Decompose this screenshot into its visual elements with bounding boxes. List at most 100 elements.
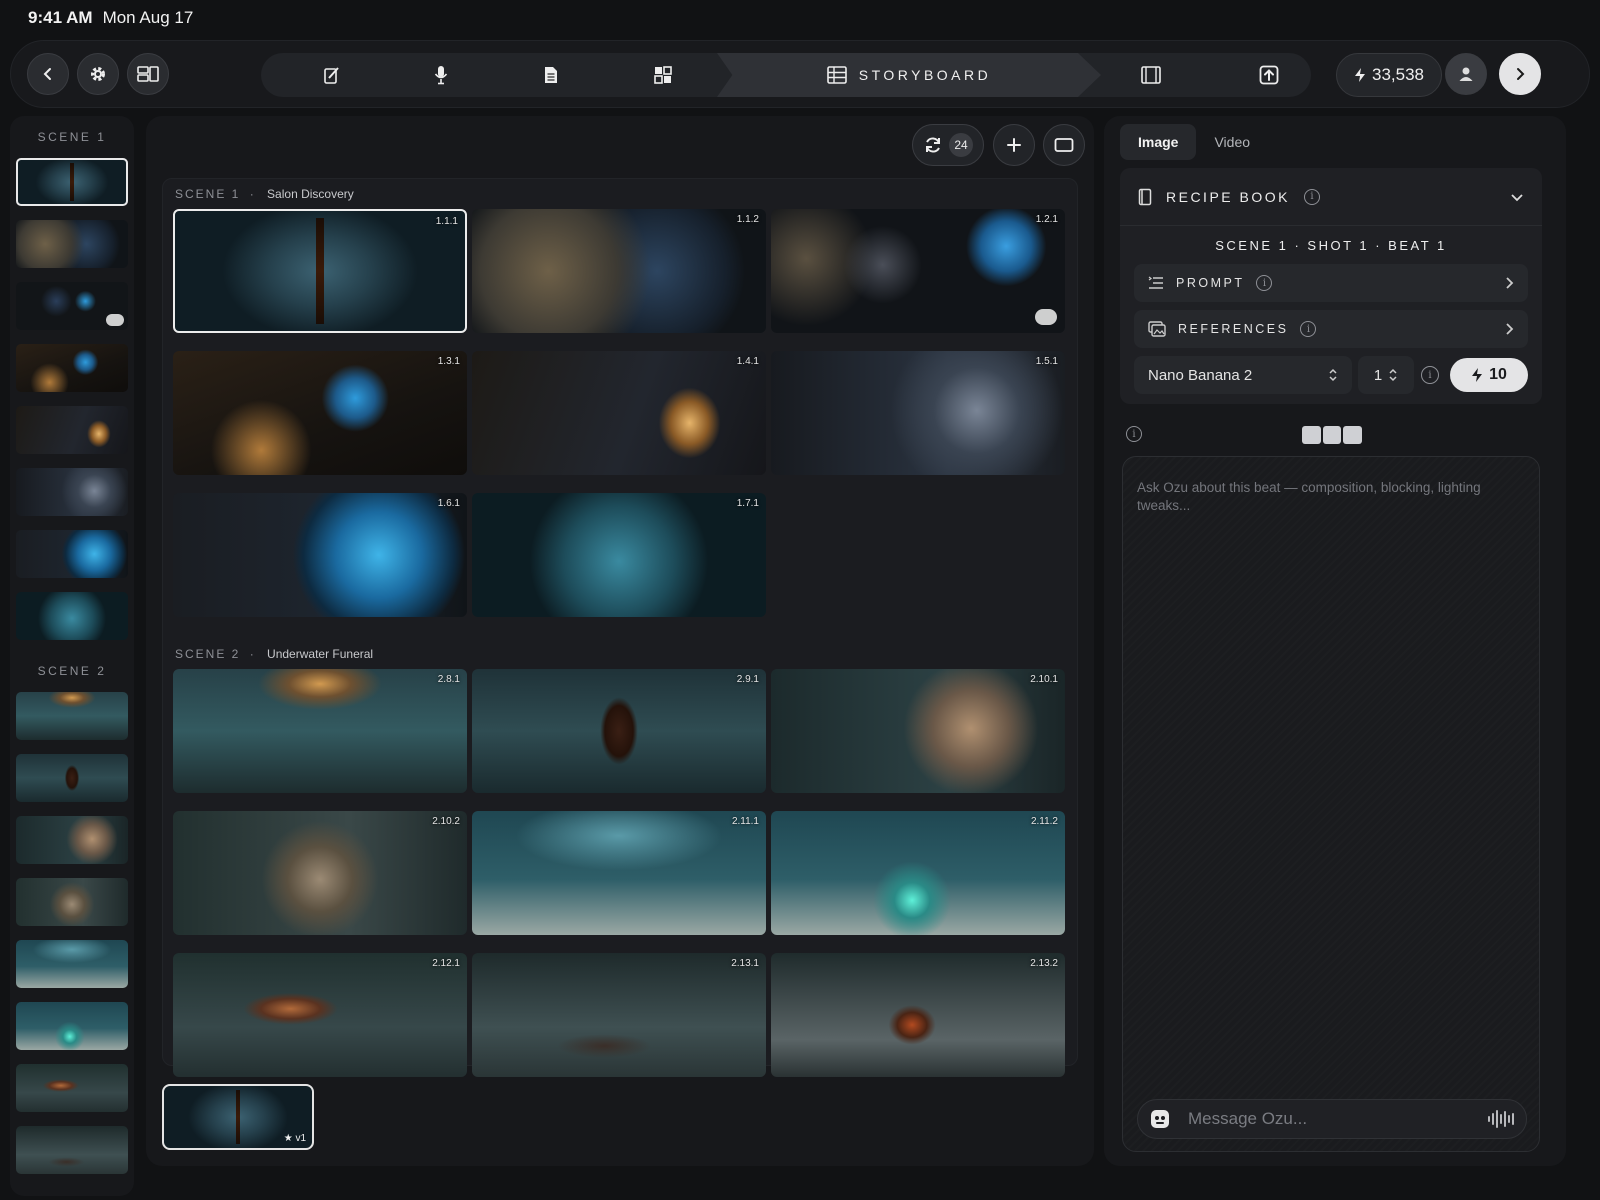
shot-number: 2.10.1 bbox=[1030, 674, 1058, 685]
rail-thumb[interactable] bbox=[16, 692, 128, 740]
chevron-right-icon bbox=[1506, 277, 1514, 289]
shot-card[interactable]: 1.2.1 bbox=[771, 209, 1065, 333]
add-shot-button[interactable] bbox=[993, 124, 1035, 166]
info-icon[interactable]: i bbox=[1421, 366, 1439, 384]
references-row[interactable]: REFERENCES i bbox=[1134, 310, 1528, 348]
shot-card[interactable]: 2.13.2 bbox=[771, 953, 1065, 1077]
shot-card[interactable]: 1.7.1 bbox=[472, 493, 766, 617]
chevron-right-icon bbox=[1506, 323, 1514, 335]
play-badge[interactable] bbox=[1035, 309, 1057, 325]
rail-thumb[interactable] bbox=[16, 816, 128, 864]
separator: · bbox=[249, 187, 256, 201]
model-select[interactable]: Nano Banana 2 bbox=[1134, 356, 1352, 394]
generate-button[interactable]: 10 bbox=[1450, 358, 1528, 392]
rail-thumb[interactable] bbox=[16, 282, 128, 330]
shot-number: 2.8.1 bbox=[437, 674, 460, 685]
version-thumb[interactable]: ★ v1 bbox=[162, 1084, 314, 1150]
shot-card[interactable]: 2.13.1 bbox=[472, 953, 766, 1077]
shot-number: 1.7.1 bbox=[736, 498, 759, 509]
voice-input-icon[interactable] bbox=[1488, 1110, 1514, 1128]
rail-thumb[interactable] bbox=[16, 1002, 128, 1050]
shot-number: 2.13.1 bbox=[731, 958, 759, 969]
shot-card[interactable]: 2.11.1 bbox=[472, 811, 766, 935]
rail-thumb[interactable] bbox=[16, 1126, 128, 1174]
generate-cost: 10 bbox=[1489, 366, 1507, 383]
rail-thumb[interactable] bbox=[16, 878, 128, 926]
prompt-icon bbox=[1148, 276, 1163, 289]
rail-thumb[interactable] bbox=[16, 530, 128, 578]
workflow-stepper: STORYBOARD bbox=[261, 53, 1351, 97]
settings-button[interactable] bbox=[77, 53, 119, 95]
ozu-logo bbox=[1302, 426, 1363, 444]
tab-image[interactable]: Image bbox=[1120, 124, 1197, 160]
message-input[interactable] bbox=[1188, 1109, 1488, 1129]
status-date: Mon Aug 17 bbox=[102, 8, 194, 27]
credits-balance[interactable]: 33,538 bbox=[1336, 53, 1442, 97]
layout-button[interactable] bbox=[127, 53, 169, 95]
step-assets[interactable] bbox=[613, 53, 713, 97]
back-button[interactable] bbox=[27, 53, 69, 95]
storyboard-panel: 24 SCENE 1 · Salon Discovery 1.1.1 1.1.2… bbox=[146, 116, 1094, 1166]
step-export[interactable] bbox=[1219, 53, 1319, 97]
rail-thumb[interactable] bbox=[16, 592, 128, 640]
info-icon[interactable]: i bbox=[1126, 426, 1142, 442]
shot-card[interactable]: 2.8.1 bbox=[173, 669, 467, 793]
rail-thumb[interactable] bbox=[16, 468, 128, 516]
step-script[interactable] bbox=[501, 53, 601, 97]
shot-card[interactable]: 1.1.2 bbox=[472, 209, 766, 333]
avatar-button[interactable] bbox=[1445, 53, 1487, 95]
step-edit[interactable] bbox=[1101, 53, 1201, 97]
shot-card[interactable]: 1.5.1 bbox=[771, 351, 1065, 475]
model-value: Nano Banana 2 bbox=[1148, 366, 1253, 384]
chat-area: Ask Ozu about this beat — composition, b… bbox=[1122, 456, 1540, 1152]
rail-thumb[interactable] bbox=[16, 220, 128, 268]
shot-card[interactable]: 2.10.2 bbox=[173, 811, 467, 935]
shot-card[interactable]: 2.11.2 bbox=[771, 811, 1065, 935]
shot-number: 1.1.2 bbox=[736, 214, 759, 225]
media-tabs: Image Video bbox=[1120, 124, 1268, 160]
rail-thumb[interactable] bbox=[16, 158, 128, 206]
rail-thumb[interactable] bbox=[16, 406, 128, 454]
book-icon bbox=[1138, 188, 1152, 205]
step-storyboard[interactable]: STORYBOARD bbox=[717, 53, 1101, 97]
aspect-ratio-button[interactable] bbox=[1043, 124, 1085, 166]
recipe-book-header[interactable]: RECIPE BOOK i bbox=[1120, 168, 1542, 226]
next-button[interactable] bbox=[1499, 53, 1541, 95]
shot-card[interactable]: 2.9.1 bbox=[472, 669, 766, 793]
step-write[interactable] bbox=[281, 53, 383, 97]
scene-rail: SCENE 1 SCENE 2 bbox=[10, 116, 134, 1196]
gear-icon bbox=[91, 67, 105, 81]
layout-icon bbox=[137, 66, 159, 82]
rail-thumb[interactable] bbox=[16, 1064, 128, 1112]
regenerate-button[interactable]: 24 bbox=[912, 124, 984, 166]
shot-card[interactable]: 1.4.1 bbox=[472, 351, 766, 475]
scene-label: SCENE 2 bbox=[175, 647, 241, 661]
info-icon[interactable]: i bbox=[1256, 275, 1273, 291]
plus-icon bbox=[1007, 138, 1021, 152]
shot-card[interactable]: 2.12.1 bbox=[173, 953, 467, 1077]
shot-number: 1.3.1 bbox=[437, 356, 460, 367]
scene-label: SCENE 1 bbox=[175, 187, 241, 201]
scene-header: SCENE 2 · Underwater Funeral bbox=[175, 647, 373, 661]
rail-thumb[interactable] bbox=[16, 754, 128, 802]
rail-thumb[interactable] bbox=[16, 344, 128, 392]
top-toolbar: STORYBOARD 33,538 bbox=[10, 40, 1590, 108]
prompt-row[interactable]: PROMPT i bbox=[1134, 264, 1528, 302]
prompt-label: PROMPT bbox=[1176, 276, 1245, 290]
beat-title: SCENE 1 · SHOT 1 · BEAT 1 bbox=[1215, 238, 1447, 253]
export-icon bbox=[1259, 65, 1279, 85]
shot-card[interactable]: 2.10.1 bbox=[771, 669, 1065, 793]
bolt-icon bbox=[1355, 68, 1365, 82]
shot-number: 1.2.1 bbox=[1035, 214, 1058, 225]
step-voice[interactable] bbox=[391, 53, 491, 97]
shot-card[interactable]: 1.1.1 bbox=[173, 209, 467, 333]
info-icon[interactable]: i bbox=[1300, 321, 1317, 337]
refresh-icon bbox=[926, 137, 940, 153]
rail-thumb[interactable] bbox=[16, 940, 128, 988]
version-number: v1 bbox=[295, 1133, 306, 1144]
tab-video[interactable]: Video bbox=[1196, 124, 1268, 160]
image-count-stepper[interactable]: 1 bbox=[1358, 356, 1414, 394]
shot-card[interactable]: 1.3.1 bbox=[173, 351, 467, 475]
shot-card[interactable]: 1.6.1 bbox=[173, 493, 467, 617]
info-icon[interactable]: i bbox=[1303, 188, 1320, 205]
